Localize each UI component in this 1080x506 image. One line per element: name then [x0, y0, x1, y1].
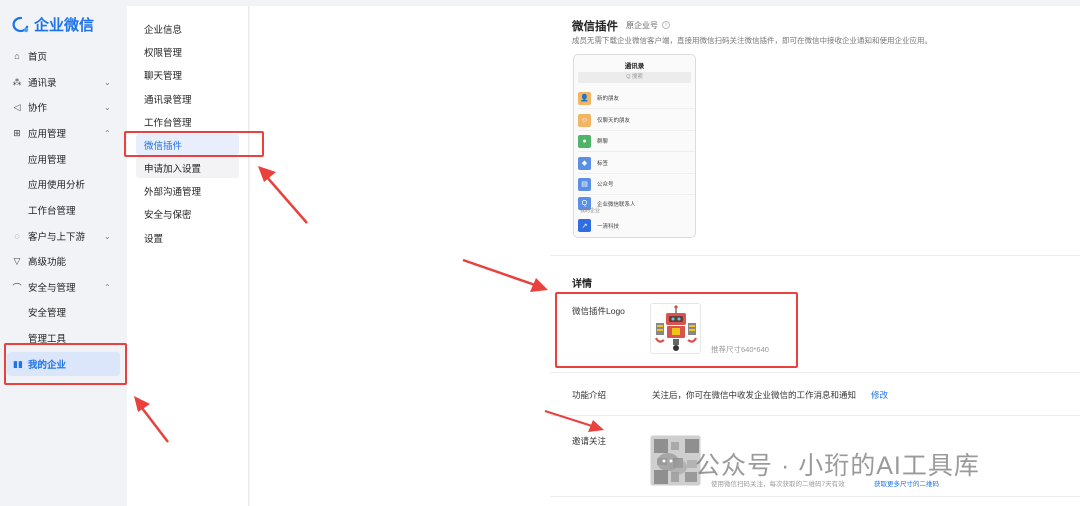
menu-item-settings[interactable]: 设置 — [136, 227, 239, 248]
preview-section-label: 我的企业 — [580, 208, 601, 214]
sidebar-item-security[interactable]: ⌒ 安全与管理 ⌃ — [0, 275, 127, 299]
new-friend-icon: 👤 — [578, 91, 591, 105]
sidebar-item-customers[interactable]: ◌ 客户与上下游 ⌄ — [0, 224, 127, 248]
menu-item-contacts-management[interactable]: 通讯录管理 — [136, 88, 239, 109]
left-sidebar: 企业微信 ⌂ 首页 ⁂ 通讯录 ⌄ ◁ 协作 ⌄ ⊞ 应用管理 ⌃ 应用管理 应… — [0, 0, 127, 506]
sidebar-item-label: 客户与上下游 — [28, 232, 86, 243]
divider — [550, 496, 1080, 497]
menu-item-chat-management[interactable]: 聊天管理 — [136, 64, 239, 85]
sidebar-subitem-app-management[interactable]: 应用管理 — [0, 147, 127, 171]
sidebar-item-label: 应用管理 — [28, 155, 67, 166]
sidebar-subitem-workbench[interactable]: 工作台管理 — [0, 198, 127, 222]
watermark-text: 公众号 · 小珩的AI工具库 — [695, 452, 980, 480]
sidebar-subitem-app-analytics[interactable]: 应用使用分析 — [0, 172, 127, 196]
chevron-up-icon: ⌃ — [104, 128, 111, 138]
sidebar-item-contacts[interactable]: ⁂ 通讯录 ⌄ — [0, 70, 127, 94]
divider — [550, 255, 1080, 256]
preview-row: ☺ 仅聊天的朋友 — [578, 110, 695, 131]
preview-row-label: 标签 — [597, 161, 609, 167]
app-logo[interactable]: 企业微信 — [12, 14, 94, 35]
sidebar-item-label: 安全管理 — [28, 308, 67, 319]
chevron-up-icon: ⌃ — [104, 282, 111, 292]
info-icon[interactable]: i — [662, 21, 670, 29]
feature-label: 功能介绍 — [572, 390, 607, 400]
sidebar-item-label: 高级功能 — [28, 257, 67, 268]
preview-row: ● 群聊 — [578, 131, 695, 152]
company-settings-menu: 企业信息 权限管理 聊天管理 通讯录管理 工作台管理 微信插件 申请加入设置 外… — [127, 6, 249, 506]
grid-icon: ⊞ — [13, 127, 21, 138]
preview-row-label: 仅聊天的朋友 — [597, 118, 631, 124]
sidebar-item-label: 应用管理 — [28, 129, 67, 140]
preview-row-label: 公众号 — [597, 182, 614, 188]
edit-feature-link[interactable]: 修改 — [871, 389, 888, 401]
preview-row: ▤ 公众号 — [578, 174, 695, 195]
sidebar-item-home[interactable]: ⌂ 首页 — [0, 44, 127, 68]
divider — [550, 415, 1080, 416]
sidebar-item-label: 首页 — [28, 52, 48, 63]
menu-item-company-info[interactable]: 企业信息 — [136, 18, 239, 39]
preview-company-name: 一清科技 — [597, 223, 620, 230]
group-chat-icon: ● — [578, 134, 591, 148]
menu-item-join-settings[interactable]: 申请加入设置 — [136, 157, 239, 178]
details-title: 详情 — [572, 279, 592, 290]
contacts-icon: ⁂ — [12, 76, 22, 87]
preview-row: 👤 新的朋友 — [578, 88, 695, 109]
page-tag: 原企业号 — [626, 21, 658, 30]
preview-row: ◆ 标签 — [578, 153, 695, 174]
umbrella-icon: ⌒ — [12, 282, 22, 293]
feature-description: 关注后，你可在微信中收发企业微信的工作消息和通知 — [652, 390, 857, 400]
send-icon: ◁ — [13, 101, 21, 112]
menu-item-workbench-management[interactable]: 工作台管理 — [136, 111, 239, 132]
app-brand: 企业微信 — [34, 17, 95, 34]
menu-item-external-communication[interactable]: 外部沟通管理 — [136, 180, 239, 201]
sidebar-item-advanced[interactable]: ▽ 高级功能 — [0, 249, 127, 273]
sidebar-item-app-management[interactable]: ⊞ 应用管理 ⌃ — [0, 121, 127, 145]
sidebar-item-collaboration[interactable]: ◁ 协作 ⌄ — [0, 95, 127, 119]
main-content: 微信插件 原企业号 i 成员无需下载企业微信客户端，直接用微信扫码关注微信插件，… — [250, 6, 1080, 506]
sidebar-item-label: 工作台管理 — [28, 206, 76, 217]
sidebar-item-label: 协作 — [28, 103, 48, 114]
chat-icon: ◌ — [14, 231, 20, 241]
chevron-down-icon: ⌄ — [104, 102, 111, 112]
sidebar-item-label: 应用使用分析 — [28, 180, 86, 191]
preview-row-label: 新的朋友 — [597, 96, 620, 102]
chevron-down-icon: ⌄ — [104, 77, 111, 87]
annotation-box-menu — [124, 131, 264, 157]
annotation-box-logo — [555, 292, 798, 368]
preview-company-row: ↗ 一清科技 — [578, 215, 695, 236]
sidebar-subitem-security-management[interactable]: 安全管理 — [0, 300, 127, 324]
chevron-down-icon: ⌄ — [104, 231, 111, 241]
wecom-logo-icon — [12, 16, 29, 32]
menu-item-security-privacy[interactable]: 安全与保密 — [136, 203, 239, 224]
filter-icon: ▽ — [13, 255, 21, 266]
preview-row-label: 企业微信联系人 — [597, 201, 636, 208]
menu-item-permissions[interactable]: 权限管理 — [136, 41, 239, 62]
preview-search-bar: Q 搜索 — [578, 72, 691, 83]
tag-icon: ◆ — [578, 156, 591, 170]
company-logo-icon: ↗ — [578, 219, 591, 232]
annotation-box-sidebar — [4, 343, 127, 385]
page-description: 成员无需下载企业微信客户端，直接用微信扫码关注微信插件，即可在微信中接收企业通知… — [572, 36, 932, 45]
home-icon: ⌂ — [14, 51, 20, 61]
sidebar-item-label: 安全与管理 — [28, 283, 76, 294]
sidebar-item-label: 通讯录 — [28, 78, 57, 89]
wechat-preview-phone: 通讯录 Q 搜索 👤 新的朋友 ☺ 仅聊天的朋友 ● 群聊 ◆ 标签 ▤ 公众号… — [573, 54, 696, 238]
divider — [550, 372, 1080, 373]
invite-label: 邀请关注 — [572, 436, 607, 446]
preview-title: 通讯录 — [624, 63, 645, 70]
preview-row-label: 群聊 — [597, 139, 609, 145]
wechat-watermark-icon — [657, 453, 687, 475]
chat-friend-icon: ☺ — [578, 113, 591, 127]
official-account-icon: ▤ — [578, 177, 591, 191]
page-title: 微信插件 — [572, 21, 618, 33]
watermark: 公众号 · 小珩的AI工具库 — [655, 446, 980, 482]
